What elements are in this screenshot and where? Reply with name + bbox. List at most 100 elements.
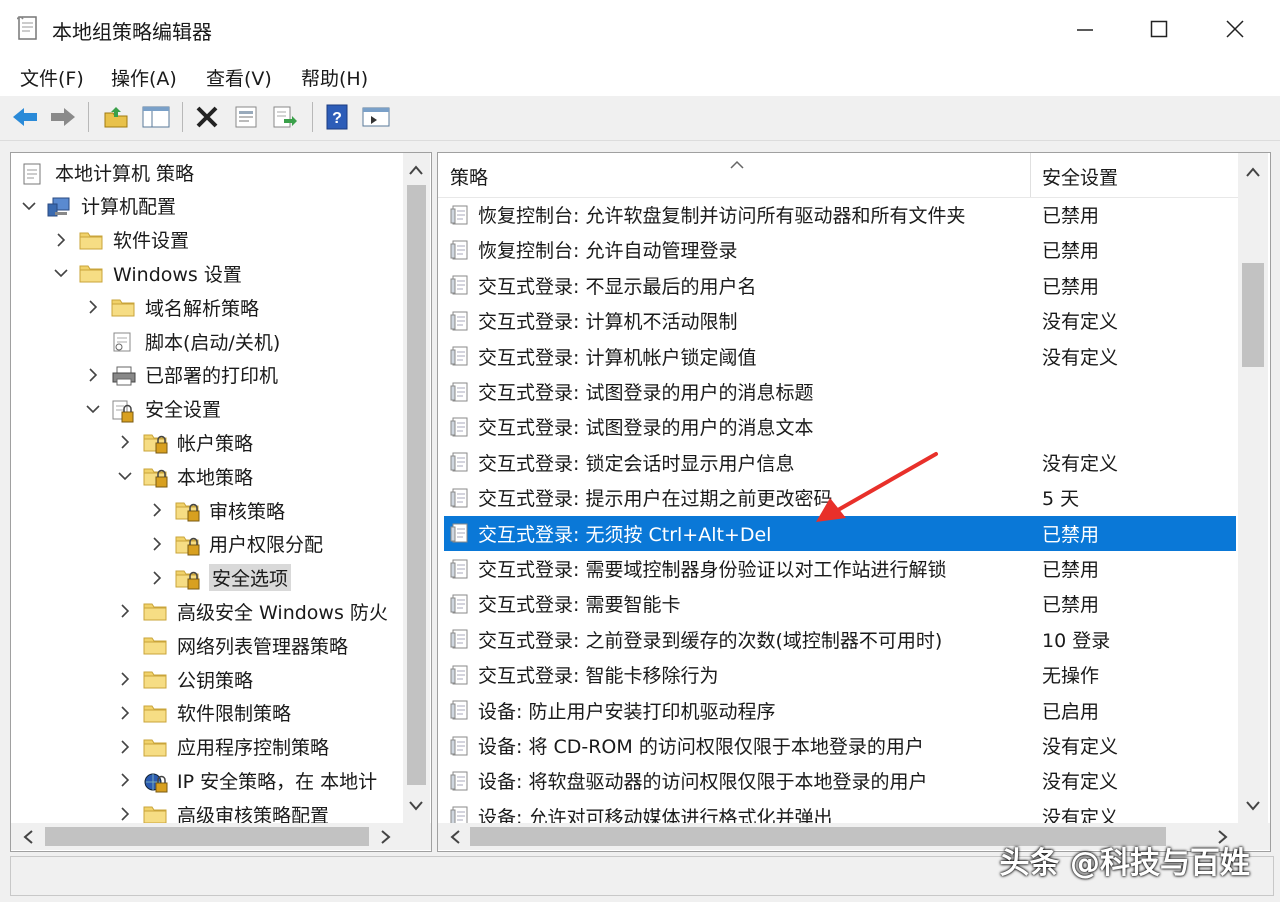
policy-setting-icon <box>450 487 470 509</box>
tree-vertical-scrollbar[interactable] <box>403 153 430 823</box>
column-divider[interactable] <box>1030 153 1031 197</box>
chevron-right-icon[interactable] <box>149 502 165 518</box>
policy-name: 交互式登录: 智能卡移除行为 <box>478 665 719 688</box>
tree-item[interactable]: 已部署的打印机 <box>85 359 278 391</box>
tree-item[interactable]: IP 安全策略，在 本地计 <box>117 764 377 796</box>
policy-name: 恢复控制台: 允许自动管理登录 <box>478 240 738 263</box>
menu-help[interactable]: 帮助(H) <box>301 64 368 91</box>
menu-view[interactable]: 查看(V) <box>206 64 272 91</box>
policy-row[interactable]: 交互式登录: 不显示最后的用户名 已禁用 <box>444 268 1236 303</box>
tree-item[interactable]: 审核策略 <box>149 494 285 526</box>
policy-setting-icon <box>450 416 470 438</box>
column-header-security-setting[interactable]: 安全设置 <box>1042 163 1118 190</box>
policy-row[interactable]: 设备: 防止用户安装打印机驱动程序 已启用 <box>444 693 1236 728</box>
tree-item[interactable]: 本地策略 <box>117 460 253 492</box>
back-icon[interactable] <box>8 100 42 134</box>
chevron-right-icon[interactable] <box>85 299 101 315</box>
chevron-right-icon[interactable] <box>117 772 133 788</box>
close-button[interactable] <box>1212 10 1258 48</box>
chevron-right-icon[interactable] <box>53 232 69 248</box>
tree-pane: 本地计算机 策略 计算机配置 软件设置 Windows 设置 域名解析策略 脚本(启动/关… <box>10 152 432 852</box>
chevron-right-icon[interactable] <box>117 671 133 687</box>
script-icon <box>111 331 135 352</box>
chevron-down-icon[interactable] <box>117 468 133 484</box>
policy-security-setting: 已禁用 <box>1042 205 1100 227</box>
help-icon[interactable]: ? <box>320 100 354 134</box>
menu-file[interactable]: 文件(F) <box>20 64 84 91</box>
tree-item[interactable]: 域名解析策略 <box>85 291 259 323</box>
folder-icon <box>79 263 103 283</box>
chevron-down-icon[interactable] <box>85 401 101 417</box>
scroll-left-arrow-icon[interactable] <box>17 826 39 848</box>
policy-row[interactable]: 设备: 将 CD-ROM 的访问权限仅限于本地登录的用户 没有定义 <box>444 728 1236 763</box>
policy-row[interactable]: 交互式登录: 需要域控制器身份验证以对工作站进行解锁 已禁用 <box>444 551 1236 586</box>
forward-icon[interactable] <box>46 100 80 134</box>
policy-row[interactable]: 设备: 将软盘驱动器的访问权限仅限于本地登录的用户 没有定义 <box>444 763 1236 798</box>
tree-item[interactable]: 软件限制策略 <box>117 697 291 729</box>
maximize-button[interactable] <box>1136 10 1182 48</box>
export-list-icon[interactable] <box>268 100 302 134</box>
policy-row[interactable]: 交互式登录: 试图登录的用户的消息文本 <box>444 409 1236 444</box>
show-hide-tree-icon[interactable] <box>139 100 173 134</box>
policy-security-setting: 已禁用 <box>1042 523 1100 546</box>
tree-item[interactable]: Windows 设置 <box>53 257 242 289</box>
tree-item[interactable]: 应用程序控制策略 <box>117 731 329 763</box>
list-vertical-scrollbar[interactable] <box>1238 153 1268 823</box>
folder-icon <box>143 635 167 655</box>
tree-item[interactable]: 安全选项 <box>149 562 292 594</box>
policy-setting-icon <box>450 735 470 757</box>
list-scroll-thumb[interactable] <box>1242 263 1264 367</box>
minimize-button[interactable] <box>1062 10 1108 48</box>
policy-setting-icon <box>450 593 470 615</box>
policy-setting-icon <box>450 345 470 367</box>
policy-row[interactable]: 交互式登录: 计算机帐户锁定阈值 没有定义 <box>444 339 1236 374</box>
properties-icon[interactable] <box>229 100 263 134</box>
tree-item[interactable]: 本地计算机 策略 <box>21 156 194 188</box>
policy-row[interactable]: 恢复控制台: 允许自动管理登录 已禁用 <box>444 232 1236 267</box>
up-folder-icon[interactable] <box>99 100 133 134</box>
tree-hscroll-thumb[interactable] <box>45 827 369 846</box>
column-header-policy[interactable]: 策略 <box>450 163 488 190</box>
menu-action[interactable]: 操作(A) <box>111 64 177 91</box>
policy-setting-icon <box>450 310 470 332</box>
chevron-right-icon[interactable] <box>85 367 101 383</box>
chevron-right-icon[interactable] <box>149 570 165 586</box>
policy-row[interactable]: 交互式登录: 智能卡移除行为 无操作 <box>444 657 1236 692</box>
tree-item[interactable]: 高级安全 Windows 防火 <box>117 595 388 627</box>
tree-item[interactable]: 计算机配置 <box>21 190 176 222</box>
scroll-up-arrow-icon[interactable] <box>405 159 427 181</box>
policy-row[interactable]: 交互式登录: 需要智能卡 已禁用 <box>444 586 1236 621</box>
chevron-right-icon[interactable] <box>117 739 133 755</box>
policy-name: 设备: 将 CD-ROM 的访问权限仅限于本地登录的用户 <box>478 736 924 758</box>
scroll-down-arrow-icon[interactable] <box>1242 795 1264 817</box>
scroll-left-arrow-icon[interactable] <box>444 826 466 848</box>
tree-scroll-thumb[interactable] <box>407 185 426 785</box>
chevron-right-icon[interactable] <box>117 434 133 450</box>
chevron-right-icon[interactable] <box>117 705 133 721</box>
chevron-down-icon[interactable] <box>21 198 37 214</box>
chevron-right-icon[interactable] <box>149 536 165 552</box>
tree-item[interactable]: 安全设置 <box>85 393 221 425</box>
policy-security-setting: 没有定义 <box>1042 311 1119 334</box>
policy-row[interactable]: 交互式登录: 试图登录的用户的消息标题 <box>444 374 1236 409</box>
tree-item-label: 帐户策略 <box>177 432 254 455</box>
tree-item[interactable]: 公钥策略 <box>117 663 253 695</box>
chevron-right-icon[interactable] <box>117 603 133 619</box>
scroll-right-arrow-icon[interactable] <box>375 826 397 848</box>
tree-item[interactable]: 网络列表管理器策略 <box>117 629 348 661</box>
lock-folder-icon <box>175 534 200 556</box>
policy-row[interactable]: 恢复控制台: 允许软盘复制并访问所有驱动器和所有文件夹 已禁用 <box>444 197 1236 232</box>
scroll-down-arrow-icon[interactable] <box>405 795 427 817</box>
tree-item[interactable]: 用户权限分配 <box>149 528 323 560</box>
tree-item[interactable]: 软件设置 <box>53 224 189 256</box>
policy-row[interactable]: 交互式登录: 之前登录到缓存的次数(域控制器不可用时) 10 登录 <box>444 622 1236 657</box>
chevron-down-icon[interactable] <box>53 265 69 281</box>
delete-icon[interactable] <box>190 100 224 134</box>
policy-row[interactable]: 交互式登录: 计算机不活动限制 没有定义 <box>444 303 1236 338</box>
chevron-right-icon[interactable] <box>117 806 133 822</box>
action-pane-icon[interactable] <box>359 100 393 134</box>
scroll-up-arrow-icon[interactable] <box>1242 161 1264 183</box>
tree-item[interactable]: 帐户策略 <box>117 426 253 458</box>
tree-item[interactable]: 脚本(启动/关机) <box>85 325 280 357</box>
tree-horizontal-scrollbar[interactable] <box>11 823 431 850</box>
